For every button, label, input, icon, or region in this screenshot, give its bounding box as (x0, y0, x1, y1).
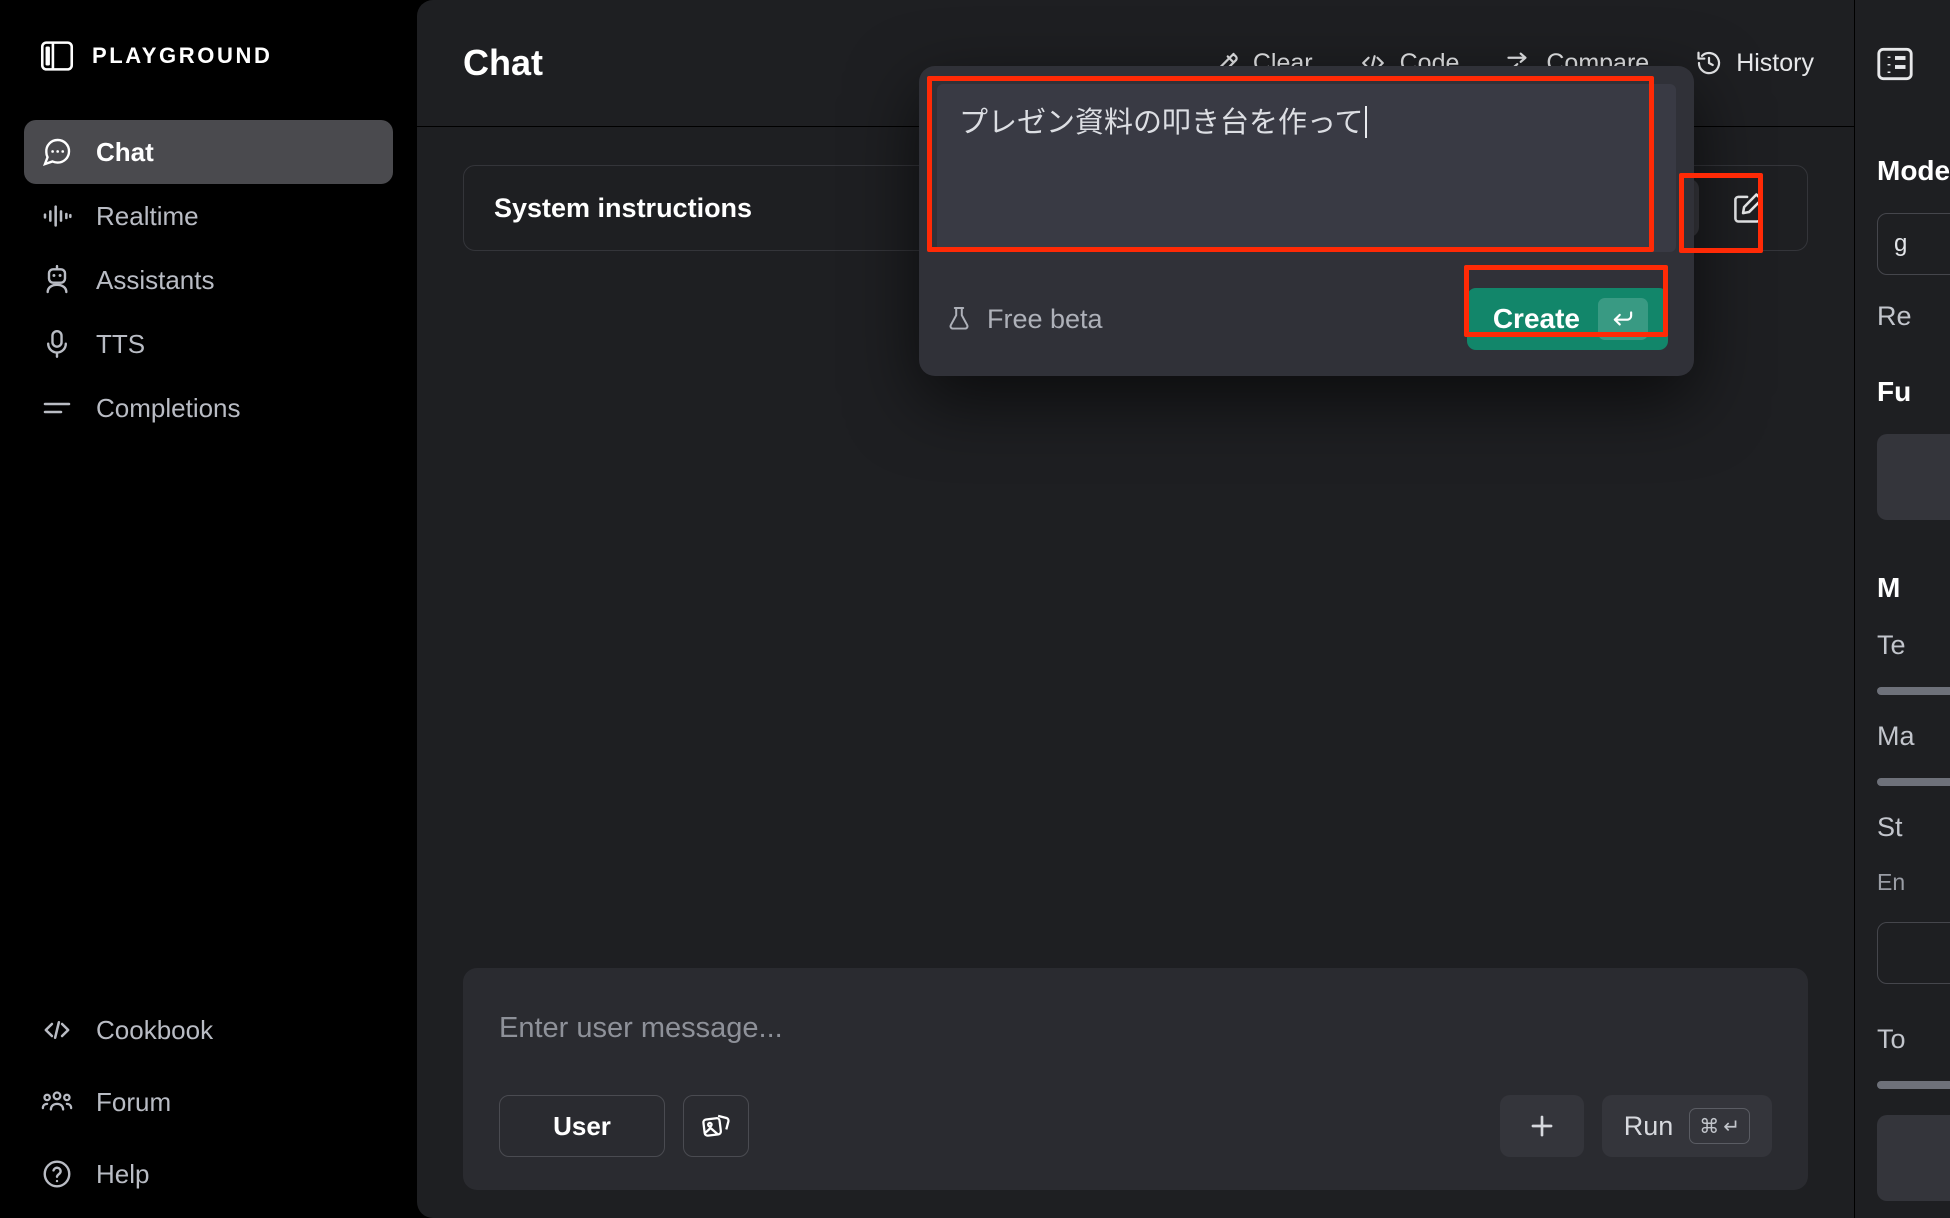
chat-bubble-icon (40, 135, 74, 169)
edit-system-instructions-button[interactable] (1719, 179, 1777, 237)
generate-prompt-popup: プレゼン資料の叩き台を作って Free beta Create (919, 66, 1694, 376)
enter-key-badge (1598, 298, 1648, 340)
toolbar-label: History (1736, 48, 1814, 77)
temperature-label: Te (1877, 630, 1906, 660)
brand-label: PLAYGROUND (92, 43, 273, 68)
create-button[interactable]: Create (1466, 288, 1668, 350)
sidebar-item-label: Forum (96, 1086, 172, 1117)
stop-sequences-input[interactable] (1877, 922, 1950, 984)
sidebar-item-help[interactable]: Help (24, 1138, 393, 1210)
settings-stack: Model g Re Fu M Te Ma St En To (1877, 127, 1950, 1201)
free-beta-badge: Free beta (945, 304, 1103, 335)
max-tokens-slider[interactable] (1877, 778, 1950, 786)
code-brackets-icon (40, 1013, 74, 1047)
microphone-icon (40, 327, 74, 361)
composer-right-controls: Run ⌘ ↵ (1499, 1095, 1772, 1157)
page-title: Chat (463, 42, 543, 83)
system-instructions-label: System instructions (494, 192, 753, 223)
model-config-section-title: M (1877, 572, 1901, 603)
lines-icon (40, 391, 74, 425)
run-shortcut-badge: ⌘ ↵ (1689, 1108, 1750, 1144)
brand[interactable]: PLAYGROUND (24, 0, 393, 112)
sidebar-item-label: Realtime (96, 200, 199, 231)
panel-right-icon[interactable] (1877, 47, 1913, 81)
robot-icon (40, 263, 74, 297)
flask-icon (945, 305, 973, 333)
sidebar-item-label: Help (96, 1158, 150, 1189)
sidebar-item-completions[interactable]: Completions (24, 376, 393, 440)
sidebar-item-label: Cookbook (96, 1014, 214, 1045)
settings-panel: Model g Re Fu M Te Ma St En To (1854, 0, 1950, 1218)
create-label: Create (1492, 303, 1580, 334)
tools-label: To (1877, 1024, 1906, 1054)
model-section-title: Model (1877, 155, 1950, 186)
sidebar-item-tts[interactable]: TTS (24, 312, 393, 376)
waveform-icon (40, 199, 74, 233)
text-caret (1364, 106, 1367, 138)
max-tokens-label: Ma (1877, 721, 1915, 751)
sidebar-primary-nav: Chat Realtime Assistants TTS Completions (24, 120, 393, 440)
sidebar-bottom-nav: Cookbook Forum Help (24, 994, 393, 1210)
composer-controls: User Run ⌘ ↵ (499, 1095, 1772, 1157)
sidebar: PLAYGROUND Chat Realtime Assistants TTS … (0, 0, 417, 1218)
tools-slider[interactable] (1877, 1081, 1950, 1089)
sidebar-item-label: TTS (96, 328, 146, 359)
question-circle-icon (40, 1157, 74, 1191)
sidebar-item-realtime[interactable]: Realtime (24, 184, 393, 248)
temperature-slider[interactable] (1877, 687, 1950, 695)
user-message-input[interactable]: Enter user message... (499, 1012, 1772, 1045)
functions-box[interactable] (1877, 434, 1950, 520)
free-beta-label: Free beta (987, 303, 1103, 334)
panel-layout-icon (40, 41, 74, 71)
panel-toggle-row (1877, 0, 1950, 127)
people-group-icon (40, 1085, 74, 1119)
prompt-text: プレゼン資料の叩き台を作って (959, 107, 1364, 139)
message-composer[interactable]: Enter user message... User Run ⌘ ↵ (463, 968, 1808, 1190)
sidebar-item-label: Assistants (96, 264, 215, 295)
sidebar-item-label: Completions (96, 392, 241, 423)
prompt-textarea[interactable]: プレゼン資料の叩き台を作って (937, 84, 1676, 252)
reasoning-label: Re (1877, 301, 1912, 331)
clock-history-icon (1695, 49, 1723, 77)
tools-box[interactable] (1877, 1115, 1950, 1201)
sidebar-item-assistants[interactable]: Assistants (24, 248, 393, 312)
stop-sequences-placeholder: En (1877, 869, 1906, 895)
run-label: Run (1623, 1110, 1674, 1141)
role-selector-user[interactable]: User (499, 1095, 665, 1157)
model-select[interactable]: g (1877, 213, 1950, 275)
popup-footer: Free beta Create (937, 288, 1676, 358)
stop-sequences-label: St (1877, 812, 1903, 842)
functions-section-title: Fu (1877, 376, 1912, 407)
cmd-key-glyph: ⌘ (1699, 1115, 1720, 1138)
attach-image-button[interactable] (683, 1095, 749, 1157)
sidebar-item-forum[interactable]: Forum (24, 1066, 393, 1138)
sidebar-item-chat[interactable]: Chat (24, 120, 393, 184)
history-button[interactable]: History (1695, 49, 1814, 78)
sidebar-item-cookbook[interactable]: Cookbook (24, 994, 393, 1066)
add-message-button[interactable] (1499, 1095, 1584, 1157)
run-button[interactable]: Run ⌘ ↵ (1601, 1095, 1772, 1157)
app-root: PLAYGROUND Chat Realtime Assistants TTS … (0, 0, 1950, 1218)
sidebar-item-label: Chat (96, 136, 154, 167)
enter-key-glyph: ↵ (1723, 1115, 1740, 1138)
